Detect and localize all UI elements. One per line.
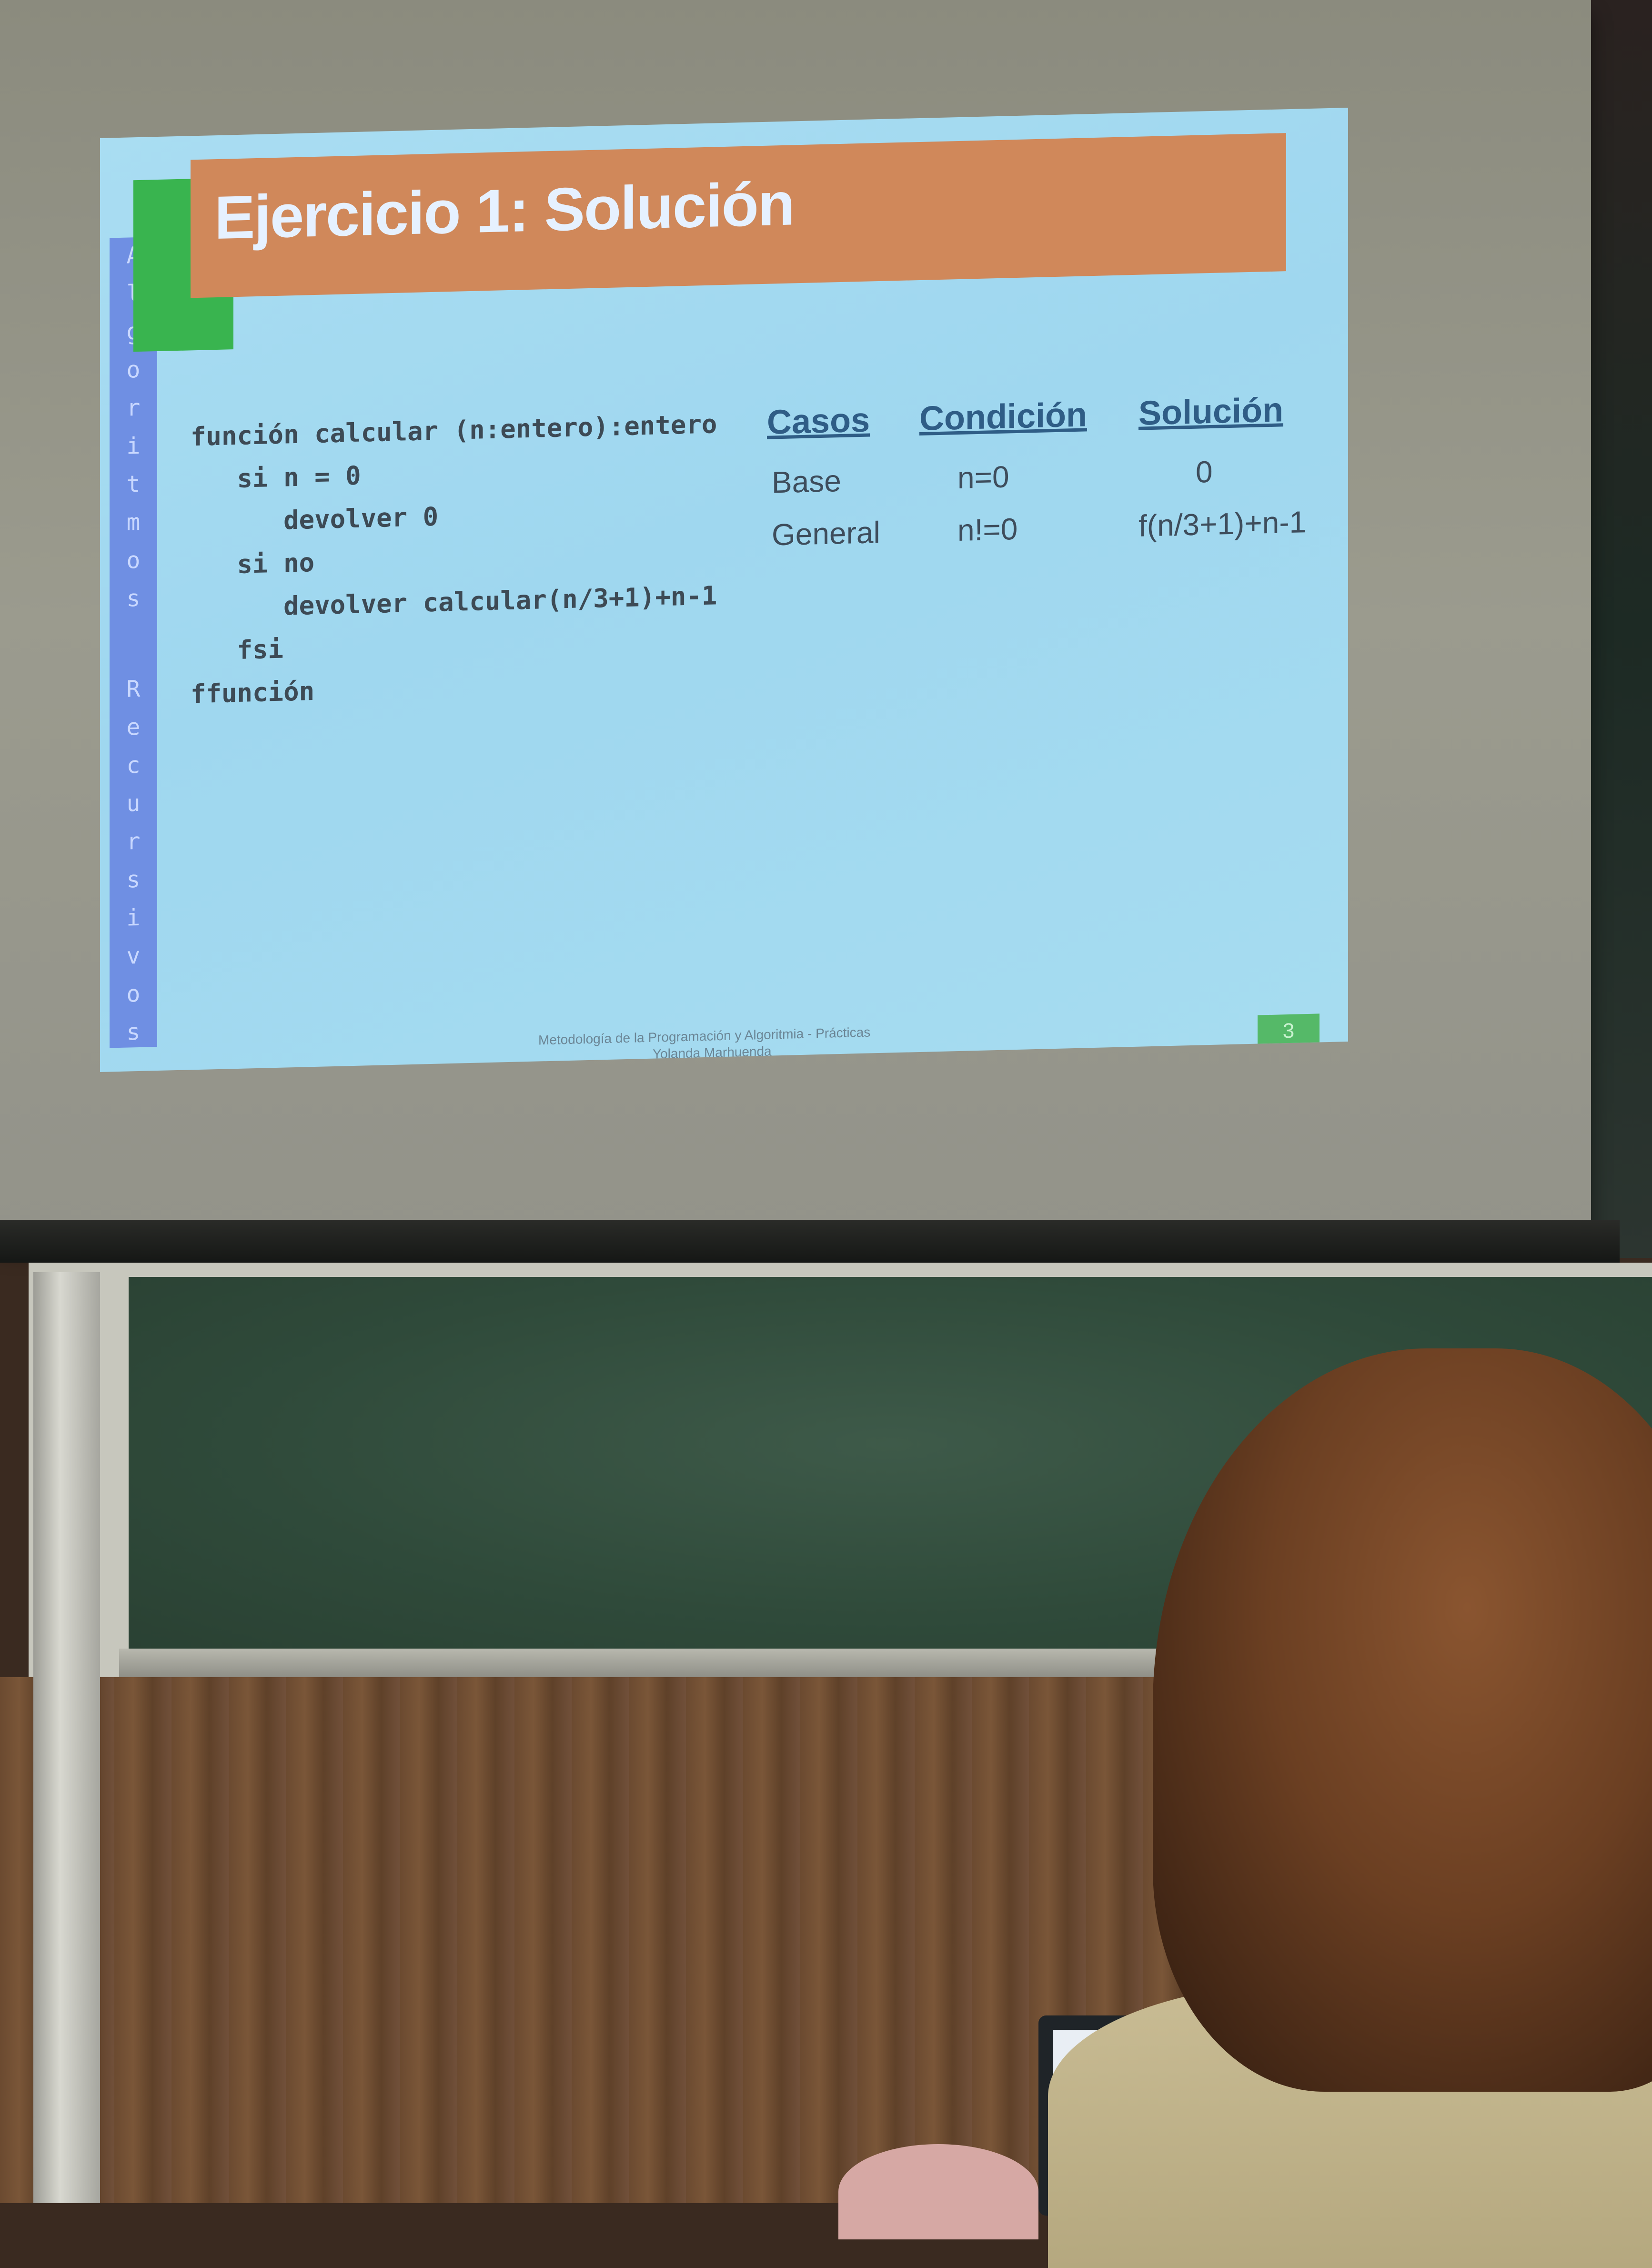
wall-edge (1591, 0, 1652, 1258)
sidebar-letter: o (126, 356, 141, 384)
table-header-condicion: Condición (919, 395, 1087, 438)
table-cell: Base (772, 463, 841, 500)
projected-slide: A l g o r i t m o s R e c u r s i v o s … (100, 107, 1348, 1072)
sidebar-letter: s (126, 866, 141, 893)
sidebar-letter: s (126, 1018, 141, 1046)
sidebar-letter: i (126, 904, 141, 932)
code-line: devolver 0 (191, 501, 439, 538)
table-header-casos: Casos (767, 401, 870, 442)
table-cell: n!=0 (957, 511, 1018, 548)
code-line: si no (191, 547, 315, 581)
code-line: devolver calcular(n/3+1)+n-1 (191, 580, 717, 624)
table-cell: n=0 (957, 459, 1009, 496)
sidebar-letter: s (126, 585, 141, 612)
sidebar-letter: u (126, 790, 141, 817)
table-header-solucion: Solución (1138, 391, 1283, 433)
slide-sidebar: A l g o r i t m o s R e c u r s i v o s (110, 237, 157, 1048)
screen-bottom-edge (0, 1220, 1620, 1263)
code-line: función calcular (n:entero):entero (191, 409, 717, 452)
sidebar-letter: r (126, 394, 141, 422)
code-line: fsi (191, 634, 284, 667)
hand (838, 2144, 1038, 2239)
sidebar-letter: o (126, 547, 141, 574)
sidebar-letter: i (126, 432, 141, 460)
slide-footer-course: Metodología de la Programación y Algorit… (538, 1024, 871, 1048)
code-line: ffunción (191, 676, 315, 709)
sidebar-letter: v (126, 942, 141, 970)
sidebar-letter: t (126, 470, 141, 498)
sidebar-letter: m (126, 508, 141, 536)
table-cell: f(n/3+1)+n-1 (1138, 505, 1307, 543)
table-cell: 0 (1196, 454, 1213, 489)
slide-title: Ejercicio 1: Solución (214, 170, 794, 253)
wall-post (33, 1272, 100, 2203)
student-head (1153, 1348, 1652, 2092)
sidebar-letter: c (126, 751, 141, 779)
code-line: si n = 0 (191, 460, 361, 495)
sidebar-letter: r (126, 828, 141, 855)
sidebar-letter: R (126, 675, 141, 703)
sidebar-letter: o (126, 980, 141, 1008)
sidebar-letter: e (126, 713, 141, 741)
table-cell: General (772, 515, 880, 552)
